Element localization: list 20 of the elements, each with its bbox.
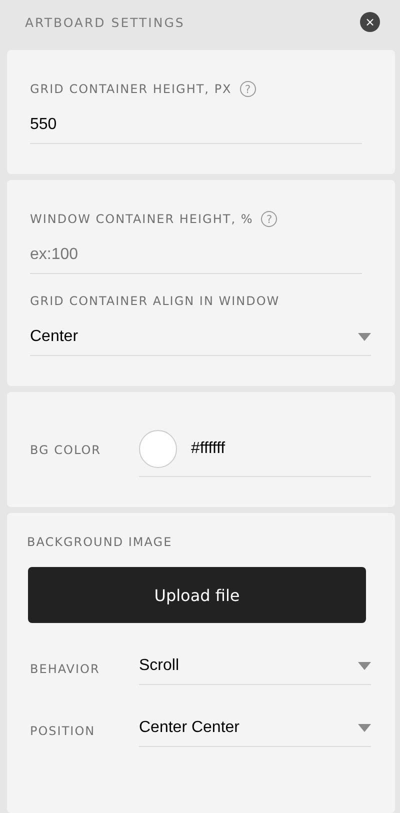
field-label: GRID CONTAINER ALIGN IN WINDOW — [30, 294, 280, 308]
close-button[interactable]: × — [360, 12, 380, 32]
caret-icon — [358, 333, 371, 341]
panel-title: ARTBOARD SETTINGS — [25, 14, 185, 30]
field-label: BG COLOR — [30, 442, 102, 456]
field-label: WINDOW CONTAINER HEIGHT, % — [30, 212, 254, 226]
dropdown[interactable]: Center — [30, 324, 371, 356]
dropdown[interactable]: Scroll — [139, 653, 371, 685]
field-label: BEHAVIOR — [30, 662, 101, 676]
dropdown[interactable]: Center Center — [139, 715, 371, 747]
upload-button[interactable]: Upload file — [28, 567, 366, 623]
field-label: GRID CONTAINER HEIGHT, PX — [30, 82, 232, 96]
section-title: BACKGROUND IMAGE — [27, 535, 174, 549]
caret-icon — [358, 724, 371, 732]
color-swatch[interactable] — [139, 430, 177, 468]
input-field[interactable]: 550 — [30, 112, 362, 144]
color-value[interactable]: #ffffff — [191, 440, 226, 458]
input-field[interactable]: ex:100 — [30, 242, 362, 274]
field-label: POSITION — [30, 724, 96, 738]
caret-icon — [358, 662, 371, 670]
